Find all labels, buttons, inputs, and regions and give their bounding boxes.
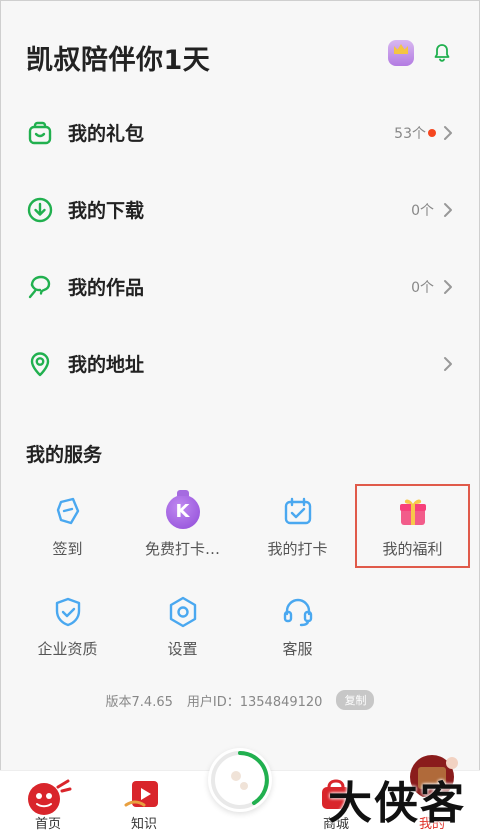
- progress-ring-icon: [211, 751, 269, 809]
- service-checkin[interactable]: 签到: [10, 484, 125, 568]
- menu-item-gifts[interactable]: 我的礼包 53个: [0, 94, 480, 171]
- user-id-text: 用户ID：1354849120: [186, 694, 323, 710]
- menu-item-count: 53个: [394, 125, 426, 142]
- menu-item-label: 我的礼包: [68, 123, 145, 145]
- service-label: 免费打卡…: [144, 539, 220, 558]
- version-text: 版本7.4.65: [105, 694, 173, 710]
- chevron-right-icon: [444, 125, 452, 140]
- copy-button[interactable]: 复制: [336, 690, 375, 710]
- menu-item-label: 我的下载: [68, 200, 145, 222]
- play-book-icon: [124, 781, 158, 807]
- services-grid: 签到 K 免费打卡… 我的打卡 我的福利 企业资质 设置 客服: [10, 484, 470, 668]
- menu-item-count: 0个: [411, 279, 434, 296]
- bell-icon[interactable]: [432, 43, 452, 63]
- service-label: 设置: [167, 639, 198, 658]
- home-mascot-icon: [28, 779, 72, 815]
- menu-item-count: 0个: [411, 202, 434, 219]
- service-enterprise-qualification[interactable]: 企业资质: [10, 584, 125, 668]
- service-label: 企业资质: [37, 639, 98, 658]
- calendar-check-icon: [284, 497, 311, 524]
- location-pin-icon: [30, 351, 50, 376]
- crown-badge-icon[interactable]: [388, 40, 414, 66]
- watermark: 大侠客: [328, 778, 466, 829]
- menu-item-works[interactable]: 我的作品 0个: [0, 248, 480, 325]
- center-play-button[interactable]: [208, 748, 272, 812]
- greeting-title: 凯叔陪伴你1天: [26, 45, 211, 76]
- k-medal-icon: K: [165, 489, 201, 530]
- service-label: 签到: [52, 539, 83, 558]
- service-free-checkin[interactable]: K 免费打卡…: [125, 484, 240, 568]
- service-my-benefits[interactable]: 我的福利: [355, 484, 470, 568]
- menu-item-label: 我的地址: [68, 354, 145, 376]
- menu-item-downloads[interactable]: 我的下载 0个: [0, 171, 480, 248]
- settings-icon: [169, 596, 196, 627]
- service-my-checkin[interactable]: 我的打卡: [240, 484, 355, 568]
- chevron-right-icon: [444, 356, 452, 371]
- menu-item-label: 我的作品: [68, 277, 145, 299]
- tag-icon: [56, 497, 79, 524]
- tab-knowledge[interactable]: 知识: [96, 771, 192, 835]
- brush-icon: [28, 275, 51, 298]
- chevron-right-icon: [444, 279, 452, 294]
- my-menu-list: 我的礼包 53个 我的下载 0个 我的作品 0个 我的地址: [0, 94, 480, 402]
- service-label: 我的福利: [382, 539, 443, 558]
- tab-home[interactable]: 首页: [0, 771, 96, 835]
- unread-dot: [428, 128, 436, 137]
- gift-bag-icon: [28, 121, 52, 144]
- chevron-right-icon: [444, 202, 452, 217]
- services-title: 我的服务: [26, 444, 103, 466]
- service-customer-support[interactable]: 客服: [240, 584, 355, 668]
- service-label: 客服: [282, 639, 313, 658]
- shield-check-icon: [55, 597, 80, 626]
- version-info: 版本7.4.65 用户ID：1354849120 复制: [0, 690, 480, 710]
- headset-icon: [283, 598, 312, 626]
- header-actions: [388, 40, 452, 66]
- menu-item-address[interactable]: 我的地址: [0, 325, 480, 402]
- download-icon: [27, 197, 53, 222]
- service-label: 我的打卡: [267, 539, 328, 558]
- service-settings[interactable]: 设置: [125, 584, 240, 668]
- gift-box-icon: [399, 499, 426, 525]
